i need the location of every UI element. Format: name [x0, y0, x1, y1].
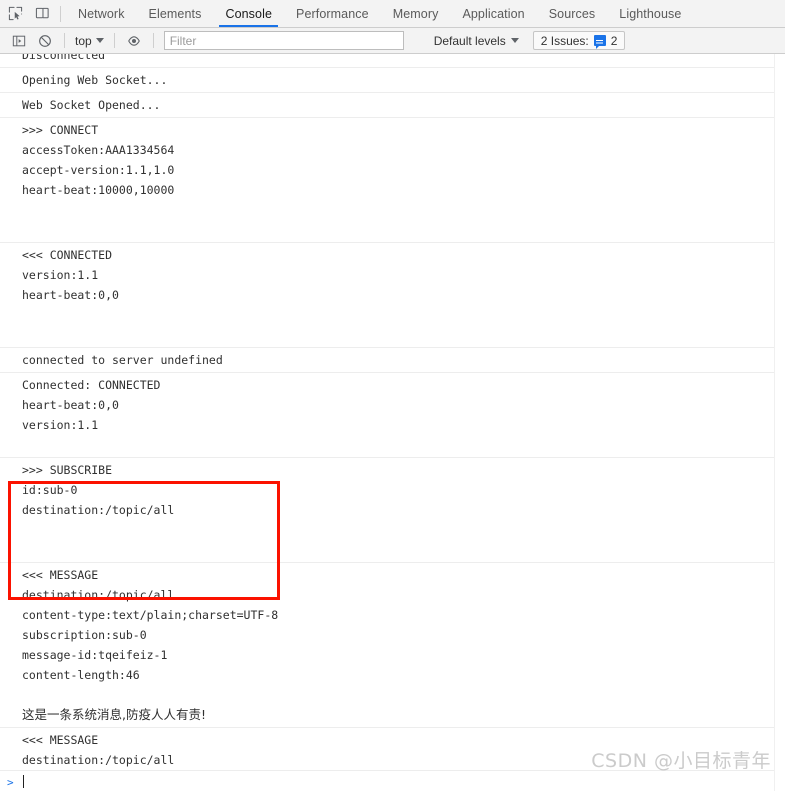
issues-label: 2 Issues: [540, 33, 589, 48]
console-log-list[interactable]: Disconnected Opening Web Socket... Web Soc… [0, 54, 774, 791]
console-log-line [0, 540, 774, 560]
console-log-line: content-length:46 [22, 668, 140, 682]
console-prompt[interactable]: > [0, 770, 774, 791]
toolbar-divider [113, 33, 115, 48]
issue-message-icon [593, 35, 606, 49]
tab-label: Application [462, 6, 525, 21]
console-log-line: content-type:text/plain;charset=UTF-8 [22, 608, 279, 622]
issues-count: 2 [610, 33, 618, 48]
tab-label: Lighthouse [619, 6, 682, 21]
console-log-entry[interactable]: Connected: CONNECTED heart-beat:0,0 versio… [0, 373, 774, 458]
console-log-entry[interactable]: Opening Web Socket... [0, 68, 774, 93]
console-log-line: connected to server undefined [22, 353, 223, 367]
console-log-line: accessToken:AAA1334564 [22, 143, 175, 157]
tab-application[interactable]: Application [450, 0, 536, 27]
console-log-line [0, 520, 774, 540]
console-log-line: message-id:tqeifeiz-1 [22, 648, 168, 662]
console-log-line: Opening Web Socket... [22, 73, 168, 87]
device-toolbar-icon[interactable] [29, 0, 56, 27]
tab-label: Performance [296, 6, 369, 21]
tab-label: Sources [548, 6, 596, 21]
console-log-line: heart-beat:0,0 [22, 288, 119, 302]
console-log-line: >>> CONNECT [22, 123, 99, 137]
console-body: Disconnected Opening Web Socket... Web Soc… [0, 54, 785, 791]
console-log-line: version:1.1 [22, 268, 99, 282]
tab-label: Elements [148, 6, 202, 21]
show-console-sidebar-icon[interactable] [6, 30, 32, 52]
console-log-line: Web Socket Opened... [22, 98, 161, 112]
tab-lighthouse[interactable]: Lighthouse [607, 0, 693, 27]
console-log-entry[interactable]: <<< CONNECTED version:1.1 heart-beat:0,0 [0, 243, 774, 348]
log-level-selector[interactable]: Default levels [434, 34, 519, 48]
tab-label: Network [78, 6, 125, 21]
console-log-line [0, 305, 774, 325]
console-scrollbar[interactable] [774, 54, 785, 791]
console-log-entry[interactable]: Disconnected [0, 54, 774, 68]
console-log-line: Connected: CONNECTED [22, 378, 161, 392]
tab-console[interactable]: Console [213, 0, 284, 27]
console-log-line: destination:/topic/all [22, 588, 175, 602]
tab-memory[interactable]: Memory [381, 0, 451, 27]
console-log-line: subscription:sub-0 [22, 628, 147, 642]
tab-label: Console [225, 6, 273, 21]
console-log-entry[interactable]: >>> SUBSCRIBE id:sub-0 destination:/topic/… [0, 458, 774, 563]
console-log-line: heart-beat:0,0 [22, 398, 119, 412]
chevron-down-icon [95, 38, 104, 43]
log-level-label: Default levels [433, 33, 506, 48]
console-log-line: <<< MESSAGE [22, 568, 99, 582]
console-log-line: heart-beat:10000,10000 [22, 183, 175, 197]
console-log-line: 这是一条系统消息,防疫人人有责! [22, 707, 206, 722]
devtools-window: Network Elements Console Performance Mem… [0, 0, 785, 791]
toolbar-divider [60, 5, 61, 22]
text-caret [22, 774, 24, 788]
clear-console-icon[interactable] [32, 30, 58, 52]
console-log-line: version:1.1 [22, 418, 99, 432]
console-log-line: <<< CONNECTED [22, 248, 113, 262]
live-expression-icon[interactable] [121, 30, 147, 52]
console-log-line [0, 200, 774, 220]
console-log-line: accept-version:1.1,1.0 [22, 163, 175, 177]
tab-label: Memory [392, 6, 439, 21]
tab-network[interactable]: Network [66, 0, 137, 27]
prompt-chevron-icon: > [7, 775, 14, 789]
console-log-line: destination:/topic/all [22, 753, 175, 767]
issues-button[interactable]: 2 Issues: 2 [532, 31, 626, 50]
console-log-line: <<< MESSAGE [22, 733, 99, 747]
console-log-line: >>> SUBSCRIBE [22, 463, 113, 477]
tab-performance[interactable]: Performance [284, 0, 381, 27]
console-log-line [0, 435, 774, 455]
javascript-context-selector[interactable]: top [71, 34, 108, 48]
console-log-line: id:sub-0 [22, 483, 78, 497]
console-log-entry[interactable]: <<< MESSAGE destination:/topic/all content… [0, 563, 774, 728]
console-log-line: Disconnected [22, 54, 106, 62]
console-log-entry[interactable]: connected to server undefined [0, 348, 774, 373]
console-log-line [0, 220, 774, 240]
toolbar-divider [152, 33, 154, 48]
inspect-element-icon[interactable] [2, 0, 29, 27]
chevron-down-icon [510, 38, 519, 43]
context-label: top [75, 33, 92, 48]
devtools-tabbar: Network Elements Console Performance Mem… [0, 0, 785, 28]
console-log-line [0, 685, 774, 705]
toolbar-divider [64, 33, 65, 48]
filter-input[interactable] [163, 31, 404, 50]
console-log-entry[interactable]: >>> CONNECT accessToken:AAA1334564 accept-… [0, 118, 774, 243]
console-log-line [0, 325, 774, 345]
console-log-line: destination:/topic/all [22, 503, 175, 517]
console-log-entry[interactable]: Web Socket Opened... [0, 93, 774, 118]
tab-elements[interactable]: Elements [137, 0, 214, 27]
tab-sources[interactable]: Sources [537, 0, 608, 27]
console-toolbar: top Default levels 2 Issues: 2 [0, 28, 785, 54]
